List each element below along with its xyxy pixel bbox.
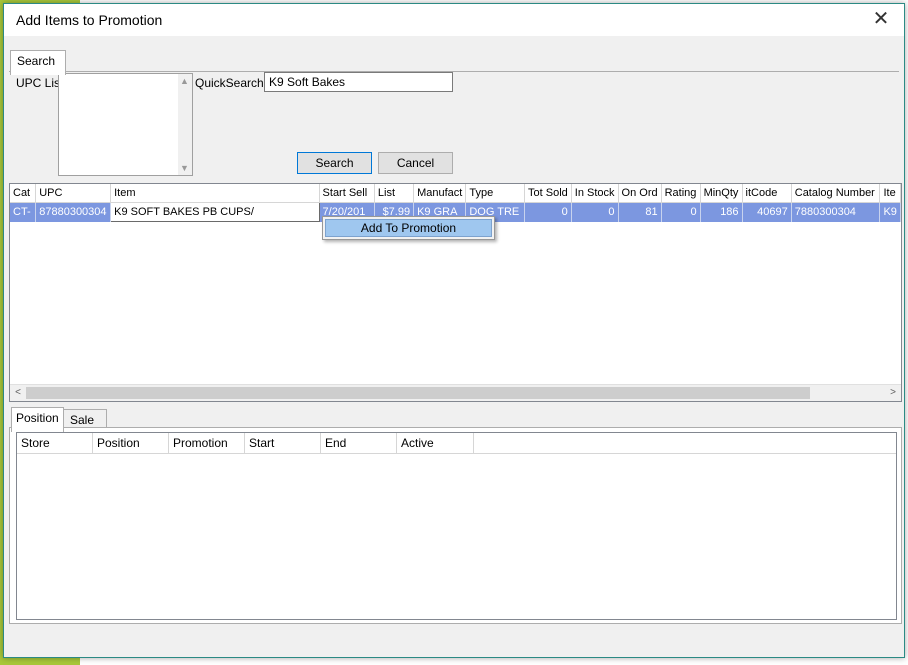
cell-min-qty[interactable]: 186 (700, 202, 743, 222)
col-header-itcode[interactable]: itCode (742, 184, 792, 203)
scroll-left-icon[interactable]: < (10, 385, 26, 401)
col-header-ite[interactable]: Ite (879, 184, 901, 203)
cell-itcode[interactable]: 40697 (742, 202, 792, 222)
position-grid-header: Store Position Promotion Start End Activ… (17, 433, 896, 454)
tab-search[interactable]: Search (10, 50, 66, 75)
col-header-rating[interactable]: Rating (661, 184, 701, 203)
tab-search-label: Search (17, 54, 56, 68)
cell-ite[interactable]: K9 (879, 202, 901, 222)
col-header-item[interactable]: Item (110, 184, 320, 203)
cell-tot-sold[interactable]: 0 (524, 202, 572, 222)
cancel-button[interactable]: Cancel (378, 152, 453, 174)
upc-list-input[interactable]: ▲ ▼ (58, 73, 193, 176)
col-header-type[interactable]: Type (465, 184, 526, 203)
context-menu: Add To Promotion (322, 216, 495, 240)
cell-on-ord[interactable]: 81 (618, 202, 662, 222)
col-header-list[interactable]: List (374, 184, 415, 203)
scroll-down-icon[interactable]: ▼ (180, 163, 189, 173)
col-header-start-sell[interactable]: Start Sell (319, 184, 375, 203)
results-horizontal-scrollbar[interactable]: < > (10, 384, 901, 401)
search-button[interactable]: Search (297, 152, 372, 174)
cell-cat[interactable]: CT- (10, 202, 37, 222)
col-header-on-ord[interactable]: On Ord (618, 184, 662, 203)
menu-item-add-to-promotion[interactable]: Add To Promotion (325, 219, 492, 237)
cell-rating[interactable]: 0 (661, 202, 701, 222)
upc-list-scrollbar[interactable]: ▲ ▼ (178, 74, 192, 175)
cell-catalog-number[interactable]: 7880300304 (791, 202, 881, 222)
scroll-up-icon[interactable]: ▲ (180, 76, 189, 86)
col-header-tot-sold[interactable]: Tot Sold (524, 184, 572, 203)
add-items-dialog: Add Items to Promotion ✕ Search UPC List… (3, 3, 905, 658)
col-header-catalog-number[interactable]: Catalog Number (791, 184, 881, 203)
col-header-manufact[interactable]: Manufact (413, 184, 467, 203)
tab-sale-label: Sale (70, 413, 95, 427)
scrollbar-thumb[interactable] (26, 387, 810, 399)
dialog-title: Add Items to Promotion (16, 12, 163, 28)
col-header-start[interactable]: Start (245, 433, 321, 453)
upc-list-label: UPC List (16, 76, 64, 90)
quicksearch-input[interactable]: K9 Soft Bakes (264, 72, 453, 92)
title-bar: Add Items to Promotion ✕ (4, 4, 904, 36)
scroll-right-icon[interactable]: > (885, 385, 901, 401)
col-header-end[interactable]: End (321, 433, 397, 453)
status-bar (4, 637, 904, 657)
col-header-upc[interactable]: UPC (35, 184, 112, 203)
col-header-active[interactable]: Active (397, 433, 474, 453)
col-header-position[interactable]: Position (93, 433, 169, 453)
tab-position-label: Position (16, 411, 59, 425)
tab-position[interactable]: Position (11, 407, 64, 432)
cell-item[interactable]: K9 SOFT BAKES PB CUPS/ (110, 202, 320, 222)
close-icon[interactable]: ✕ (866, 8, 896, 32)
col-header-promotion[interactable]: Promotion (169, 433, 245, 453)
cell-upc[interactable]: 87880300304 (35, 202, 112, 222)
cell-in-stock[interactable]: 0 (571, 202, 619, 222)
position-grid[interactable]: Store Position Promotion Start End Activ… (16, 432, 897, 620)
quicksearch-label: QuickSearch (195, 76, 264, 90)
col-header-store[interactable]: Store (17, 433, 93, 453)
results-header-row: Cat UPC Item Start Sell List Manufact Ty… (10, 184, 901, 203)
col-header-cat[interactable]: Cat (10, 184, 37, 203)
col-header-min-qty[interactable]: MinQty (700, 184, 743, 203)
col-header-in-stock[interactable]: In Stock (571, 184, 619, 203)
